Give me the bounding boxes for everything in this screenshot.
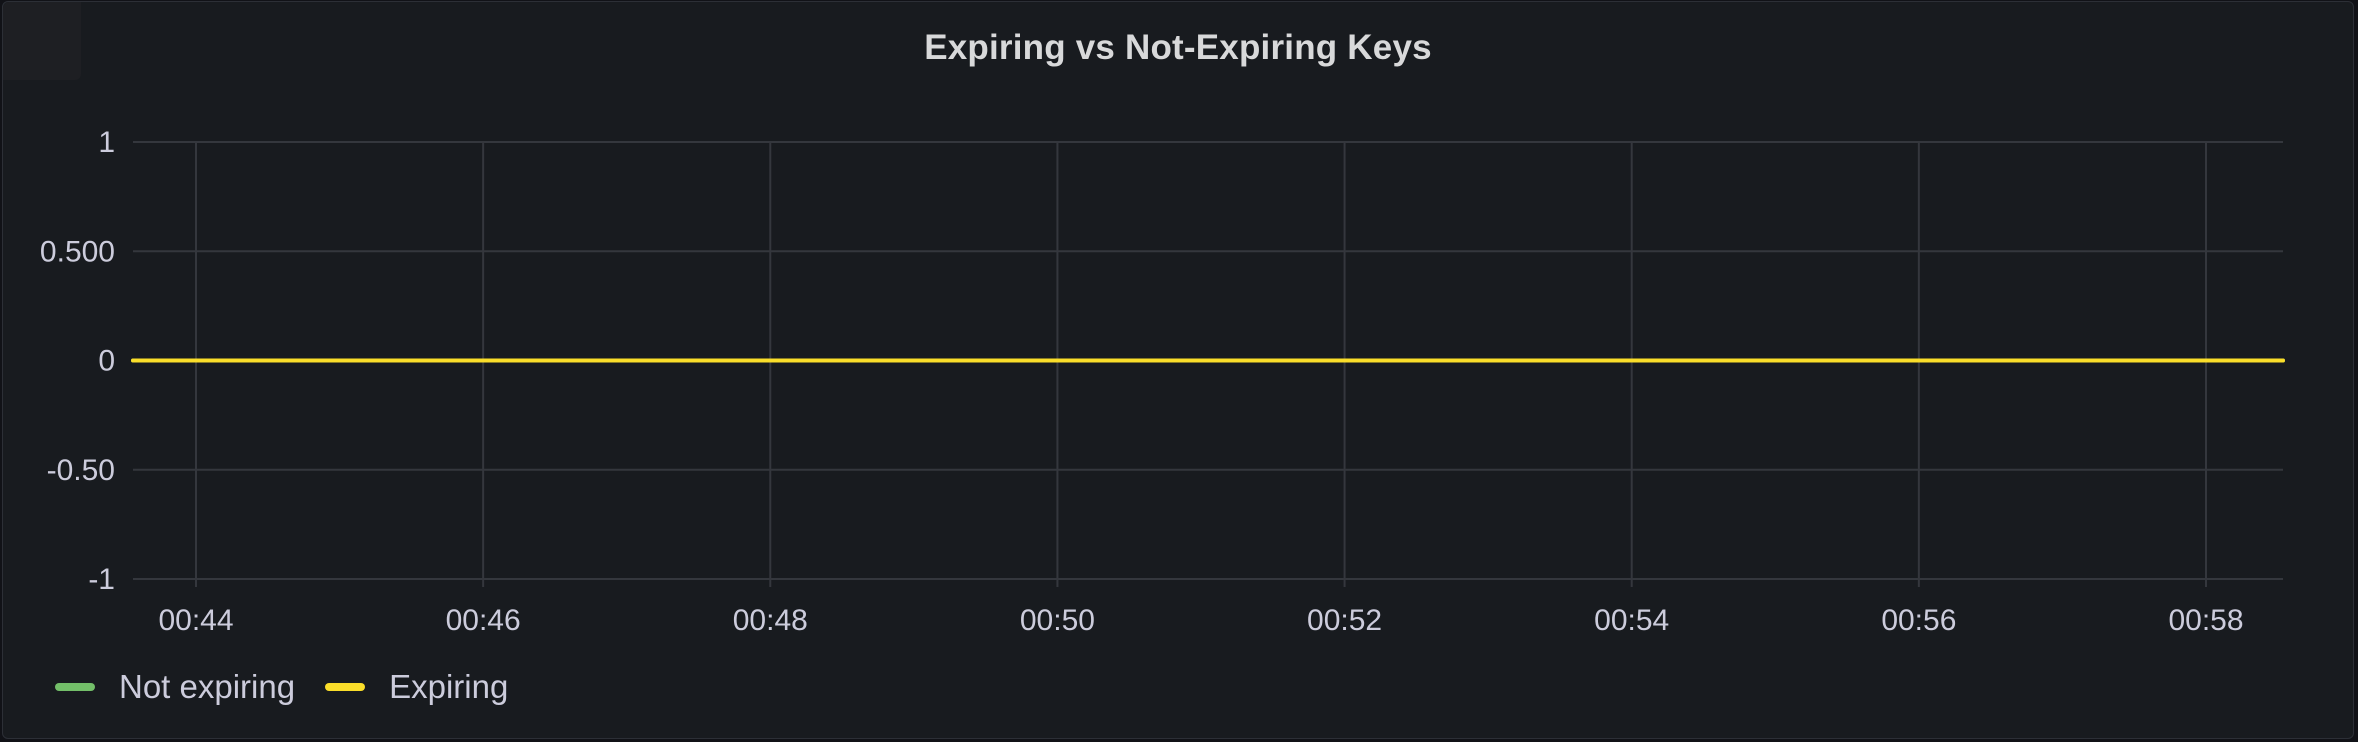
data-point-expiring: [1055, 359, 1059, 362]
chart-panel: Expiring vs Not-Expiring Keys 1 0.500 0 -0.…: [2, 1, 2354, 739]
data-point-expiring: [1630, 359, 1634, 362]
data-point-expiring: [1917, 359, 1921, 362]
legend-swatch-expiring: [325, 683, 366, 691]
data-point-expiring: [768, 359, 772, 362]
legend-swatch-not-expiring: [55, 683, 95, 691]
x-tick-label: 00:58: [2168, 604, 2243, 637]
y-tick-label: 0: [98, 345, 115, 378]
legend: Not expiring Expiring: [55, 668, 538, 706]
data-point-expiring: [194, 359, 198, 362]
legend-item-not-expiring[interactable]: Not expiring: [55, 668, 295, 706]
y-tick-label: 1: [98, 126, 115, 159]
x-tick-label: 00:50: [1020, 604, 1095, 637]
y-tick-label: -0.50: [47, 454, 115, 487]
x-tick-label: 00:54: [1594, 604, 1669, 637]
legend-label-expiring: Expiring: [389, 668, 509, 705]
x-tick-label: 00:48: [733, 604, 808, 637]
y-tick-label: -1: [88, 563, 115, 596]
x-tick-label: 00:52: [1307, 604, 1382, 637]
x-tick-label: 00:46: [446, 604, 521, 637]
legend-item-expiring[interactable]: Expiring: [325, 668, 508, 706]
y-tick-label: 0.500: [40, 235, 115, 268]
legend-label-not-expiring: Not expiring: [119, 668, 296, 705]
data-point-expiring: [2204, 359, 2208, 362]
data-point-expiring: [481, 359, 485, 362]
x-tick-label: 00:56: [1881, 604, 1956, 637]
data-point-expiring: [1343, 359, 1347, 362]
line-chart: 1 0.500 0 -0.50 -1 00:44 00:46 00:48 00:50 00:52 0…: [40, 126, 2285, 637]
x-tick-label: 00:44: [158, 604, 233, 637]
